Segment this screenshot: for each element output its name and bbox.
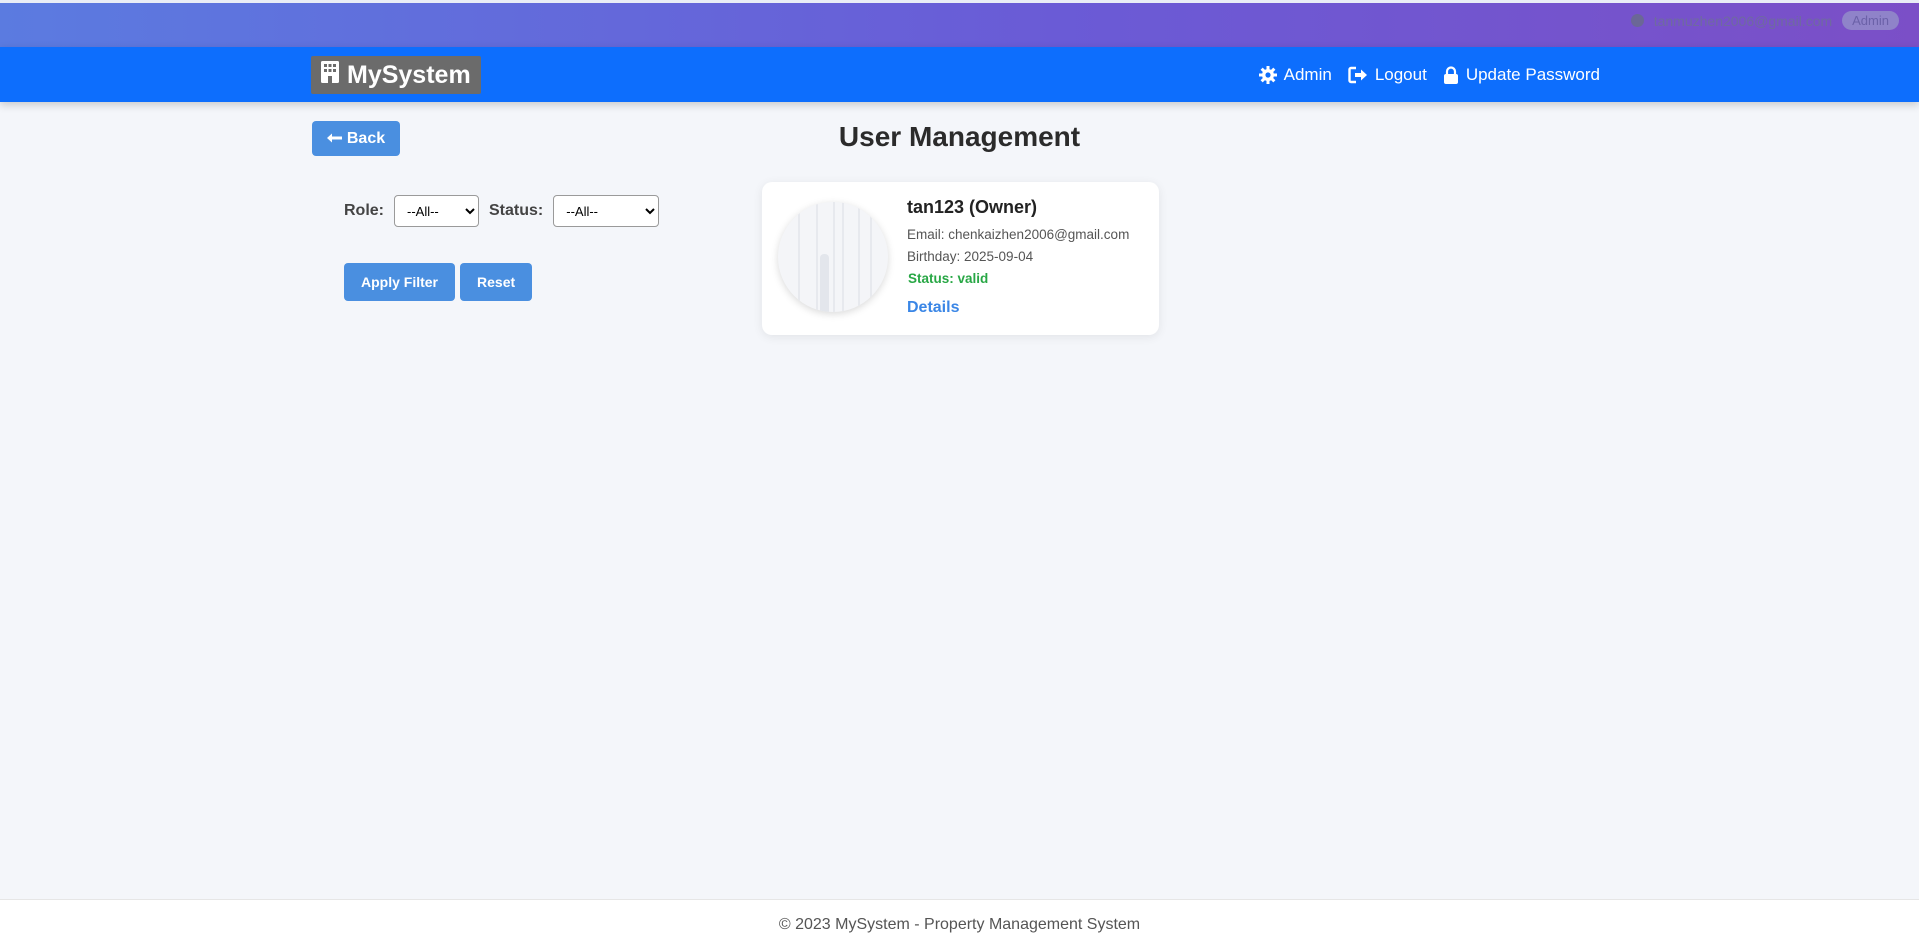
footer: © 2023 MySystem - Property Management Sy… (0, 899, 1919, 947)
top-info-bar: tanmuzhen2006@gmail.com Admin (0, 0, 1919, 47)
role-badge: Admin (1842, 11, 1899, 30)
user-name: tan123 (Owner) (907, 197, 1038, 217)
filter-row: Role: --All-- Status: --All-- (344, 195, 660, 227)
avatar (778, 202, 888, 312)
user-card-info: tan123 (Owner) Email: chenkaizhen2006@gm… (907, 197, 1129, 317)
role-filter-label: Role: (344, 202, 384, 219)
gear-icon (1258, 65, 1277, 84)
brand-link[interactable]: MySystem (311, 56, 481, 94)
nav-update-password-label: Update Password (1465, 64, 1600, 84)
footer-text: © 2023 MySystem - Property Management Sy… (778, 916, 1141, 933)
nav-admin-link[interactable]: Admin (1258, 64, 1332, 85)
status-filter-label: Status: (489, 202, 544, 219)
user-status: Status: valid (908, 271, 989, 286)
user-details-link[interactable]: Details (907, 299, 959, 316)
nav-logout-link[interactable]: Logout (1348, 65, 1427, 85)
current-user-info: tanmuzhen2006@gmail.com Admin (1630, 11, 1899, 30)
user-card: tan123 (Owner) Email: chenkaizhen2006@gm… (762, 182, 1159, 335)
nav-links: Admin Logout Update Password (1258, 47, 1600, 102)
nav-admin-label: Admin (1283, 64, 1332, 84)
nav-logout-label: Logout (1374, 64, 1427, 84)
brand-name: MySystem (347, 60, 471, 89)
role-filter-select[interactable]: --All-- (394, 195, 479, 227)
user-birthday: Birthday: 2025-09-04 (907, 249, 1034, 264)
page-title: User Management (838, 121, 1081, 152)
current-user-email: tanmuzhen2006@gmail.com (1653, 12, 1833, 29)
building-icon (321, 60, 339, 90)
reset-button[interactable]: Reset (460, 263, 533, 301)
logout-icon (1348, 66, 1368, 84)
filter-buttons: Apply Filter Reset (344, 263, 533, 301)
lock-icon (1443, 65, 1459, 84)
nav-update-password-link[interactable]: Update Password (1443, 65, 1600, 85)
status-filter-select[interactable]: --All-- (553, 195, 660, 227)
user-email: Email: chenkaizhen2006@gmail.com (907, 227, 1130, 242)
user-icon (1630, 14, 1644, 27)
main-navbar: MySystem Admin Logout Update Password (0, 47, 1919, 102)
apply-filter-button[interactable]: Apply Filter (344, 263, 456, 301)
